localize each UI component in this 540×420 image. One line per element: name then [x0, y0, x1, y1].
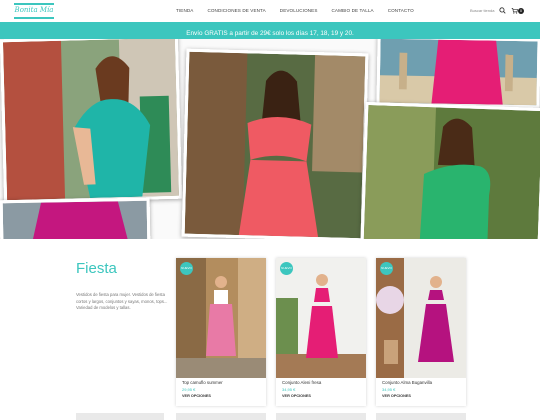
view-options-button[interactable]: VER OPCIONES [182, 394, 211, 398]
search-label[interactable]: Buscar tienda [470, 8, 494, 13]
nav-item-cambio-talla[interactable]: CAMBIO DE TALLA [332, 8, 374, 16]
hero-collage [0, 39, 540, 239]
collection-description: Vestidos de fiesta para mujer. Vestidos … [76, 292, 168, 311]
announcement-text: Envío GRATIS a partir de 29€ solo los dí… [186, 30, 354, 37]
main-nav: TIENDA CONDICIONES DE VENTA DEVOLUCIONES… [176, 8, 414, 16]
product-price: 34,95 € [282, 387, 296, 392]
announcement-bar: Envío GRATIS a partir de 29€ solo los dí… [0, 22, 540, 39]
hero-photo-magenta-skirt [0, 197, 151, 239]
hero-photo-fuchsia-skirt [376, 39, 540, 109]
hero-photo-turquoise-dress [0, 39, 183, 204]
product-image[interactable] [176, 258, 266, 378]
product-card[interactable]: NUEVO Conjunto Aleni fresa 34,95 € VER O… [276, 258, 366, 406]
collection-title: Fiesta [76, 260, 117, 277]
product-card[interactable]: NUEVO Top camuflo summer 29,95 € VER OPC… [176, 258, 266, 406]
next-product-row-3 [276, 413, 366, 420]
product-price: 34,95 € [382, 387, 396, 392]
search-icon[interactable] [499, 7, 506, 14]
nav-item-tienda[interactable]: TIENDA [176, 8, 193, 16]
product-image[interactable] [376, 258, 466, 378]
product-card[interactable]: NUEVO Conjunto Alma Buganvilla 34,95 € V… [376, 258, 466, 406]
product-name[interactable]: Conjunto Aleni fresa [282, 380, 321, 385]
hero-photo-coral-dress [181, 48, 369, 239]
logo[interactable]: Bonita Mía [14, 3, 54, 19]
product-name[interactable]: Top camuflo summer [182, 380, 223, 385]
next-product-row-4 [376, 413, 466, 420]
hero-photo-green-dress [360, 101, 540, 239]
logo-bottom-bar [14, 17, 54, 19]
nav-item-devoluciones[interactable]: DEVOLUCIONES [280, 8, 318, 16]
view-options-button[interactable]: VER OPCIONES [282, 394, 311, 398]
next-product-row-1 [76, 413, 164, 420]
new-badge: NUEVO [380, 262, 393, 275]
site-header: Bonita Mía TIENDA CONDICIONES DE VENTA D… [0, 0, 540, 22]
new-badge: NUEVO [180, 262, 193, 275]
cart-icon[interactable] [511, 7, 518, 14]
logo-text: Bonita Mía [14, 6, 54, 14]
nav-item-condiciones[interactable]: CONDICIONES DE VENTA [207, 8, 265, 16]
cart-count-badge: 0 [518, 8, 524, 14]
view-options-button[interactable]: VER OPCIONES [382, 394, 411, 398]
product-name[interactable]: Conjunto Alma Buganvilla [382, 380, 432, 385]
product-image[interactable] [276, 258, 366, 378]
logo-top-bar [14, 3, 54, 5]
product-price: 29,95 € [182, 387, 196, 392]
new-badge: NUEVO [280, 262, 293, 275]
nav-item-contacto[interactable]: CONTACTO [388, 8, 414, 16]
next-product-row-2 [176, 413, 266, 420]
